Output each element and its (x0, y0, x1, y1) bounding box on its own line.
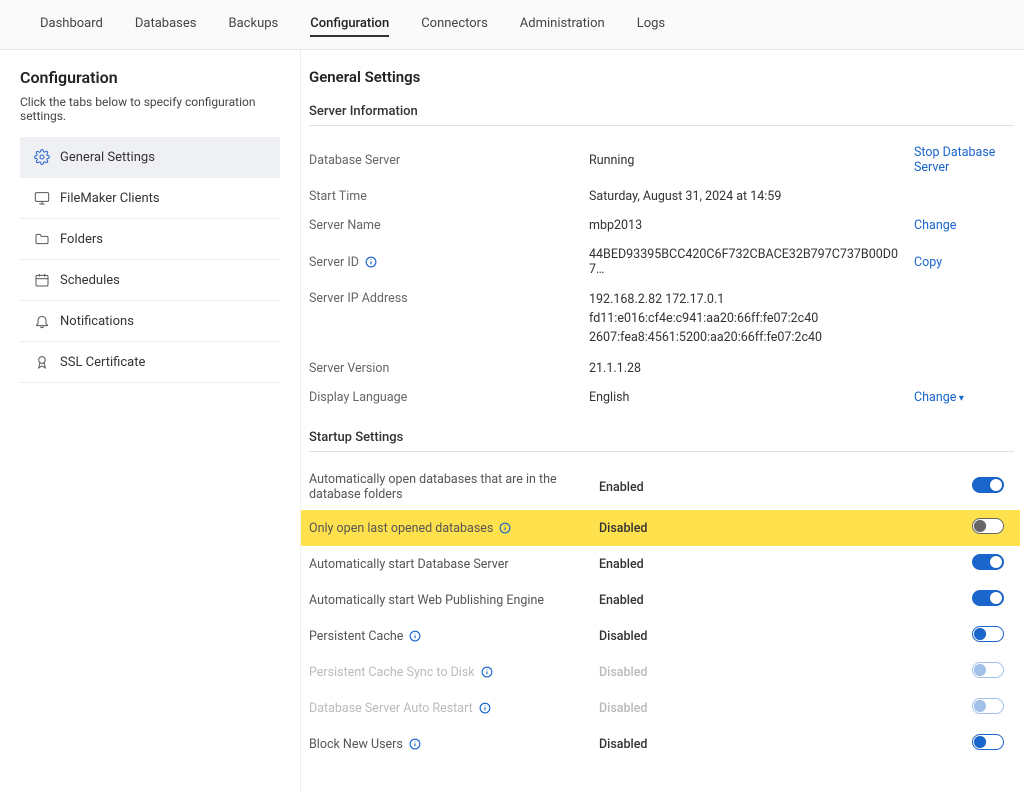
info-icon[interactable] (481, 666, 493, 678)
toggle-pc_sync (972, 662, 1004, 678)
startup-row-auto_start_db: Automatically start Database ServerEnabl… (309, 546, 1014, 582)
startup-row-persistent_cache: Persistent CacheDisabled (309, 618, 1014, 654)
startup-label-block_new: Block New Users (309, 737, 599, 752)
startup-label-auto_open_db: Automatically open databases that are in… (309, 472, 599, 502)
value-start-time: Saturday, August 31, 2024 at 14:59 (589, 189, 914, 204)
value-server-version: 21.1.1.28 (589, 361, 914, 376)
label-server-id: Server ID (309, 255, 589, 270)
row-server-version: Server Version 21.1.1.28 (309, 354, 1014, 383)
info-icon[interactable] (479, 702, 491, 714)
startup-value-auto_start_wpe: Enabled (599, 593, 914, 608)
label-database-server: Database Server (309, 153, 589, 168)
row-display-language: Display Language English Change (309, 383, 1014, 412)
label-start-time: Start Time (309, 189, 589, 204)
tab-logs[interactable]: Logs (637, 12, 665, 37)
tab-connectors[interactable]: Connectors (421, 12, 488, 37)
page-title: General Settings (309, 68, 1014, 86)
monitor-icon (34, 190, 50, 206)
startup-label-auto_start_db: Automatically start Database Server (309, 557, 599, 572)
toggle-auto_open_db[interactable] (972, 477, 1004, 493)
sidebar-item-label: Notifications (60, 314, 134, 329)
certificate-icon (34, 354, 50, 370)
copy-server-id-link[interactable]: Copy (914, 255, 942, 270)
startup-settings: Automatically open databases that are in… (309, 464, 1014, 762)
startup-value-auto_start_db: Enabled (599, 557, 914, 572)
row-server-id: Server ID 44BED93395BCC420C6F732CBACE32B… (309, 240, 1014, 284)
value-database-server: Running (589, 153, 914, 168)
startup-row-auto_start_wpe: Automatically start Web Publishing Engin… (309, 582, 1014, 618)
sidebar-item-general-settings[interactable]: General Settings (20, 137, 280, 178)
toggle-auto_start_wpe[interactable] (972, 590, 1004, 606)
change-language-link[interactable]: Change (914, 390, 964, 405)
toggle-block_new[interactable] (972, 734, 1004, 750)
info-icon[interactable] (409, 630, 421, 642)
startup-row-pc_sync: Persistent Cache Sync to DiskDisabled (309, 654, 1014, 690)
top-nav: Dashboard Databases Backups Configuration Co… (0, 0, 1024, 50)
startup-row-block_new: Block New UsersDisabled (309, 726, 1014, 762)
sidebar-item-label: SSL Certificate (60, 355, 145, 370)
toggle-auto_start_db[interactable] (972, 554, 1004, 570)
info-icon[interactable] (499, 522, 511, 534)
value-server-id: 44BED93395BCC420C6F732CBACE32B797C737B00… (589, 247, 914, 277)
startup-label-auto_start_wpe: Automatically start Web Publishing Engin… (309, 593, 599, 608)
tab-dashboard[interactable]: Dashboard (40, 12, 103, 37)
startup-row-auto_open_db: Automatically open databases that are in… (309, 464, 1014, 510)
label-server-name: Server Name (309, 218, 589, 233)
sidebar-item-label: General Settings (60, 150, 155, 165)
label-server-version: Server Version (309, 361, 589, 376)
sidebar-title: Configuration (20, 68, 280, 87)
toggle-persistent_cache[interactable] (972, 626, 1004, 642)
value-server-ip: 192.168.2.82 172.17.0.1 fd11:e016:cf4e:c… (589, 291, 914, 347)
sidebar-list: General Settings FileMaker Clients Folders… (20, 137, 280, 383)
toggle-auto_restart (972, 698, 1004, 714)
label-display-language: Display Language (309, 390, 589, 405)
row-database-server: Database Server Running Stop Database Se… (309, 138, 1014, 182)
tab-databases[interactable]: Databases (135, 12, 197, 37)
info-icon[interactable] (409, 738, 421, 750)
startup-label-auto_restart: Database Server Auto Restart (309, 701, 599, 716)
startup-label-pc_sync: Persistent Cache Sync to Disk (309, 665, 599, 680)
sidebar-item-folders[interactable]: Folders (20, 219, 280, 260)
value-server-name: mbp2013 (589, 218, 914, 233)
content-panel: General Settings Server Information Data… (300, 50, 1024, 792)
section-startup-settings: Startup Settings (309, 430, 1014, 452)
tab-configuration[interactable]: Configuration (310, 12, 389, 37)
startup-value-auto_open_db: Enabled (599, 480, 914, 495)
stop-database-server-link[interactable]: Stop Database Server (914, 145, 995, 175)
sidebar: Configuration Click the tabs below to sp… (0, 50, 300, 792)
folder-icon (34, 231, 50, 247)
startup-row-only_last: Only open last opened databasesDisabled (301, 510, 1020, 546)
startup-label-persistent_cache: Persistent Cache (309, 629, 599, 644)
label-server-ip: Server IP Address (309, 291, 589, 306)
startup-label-only_last: Only open last opened databases (309, 521, 599, 536)
startup-row-auto_restart: Database Server Auto RestartDisabled (309, 690, 1014, 726)
toggle-only_last[interactable] (972, 518, 1004, 534)
calendar-icon (34, 272, 50, 288)
sidebar-item-label: Schedules (60, 273, 120, 288)
change-server-name-link[interactable]: Change (914, 218, 956, 233)
tab-backups[interactable]: Backups (229, 12, 279, 37)
sidebar-item-filemaker-clients[interactable]: FileMaker Clients (20, 178, 280, 219)
sidebar-item-ssl-certificate[interactable]: SSL Certificate (20, 342, 280, 383)
startup-value-persistent_cache: Disabled (599, 629, 914, 644)
sidebar-item-schedules[interactable]: Schedules (20, 260, 280, 301)
sidebar-item-notifications[interactable]: Notifications (20, 301, 280, 342)
section-server-info: Server Information (309, 104, 1014, 126)
bell-icon (34, 313, 50, 329)
gear-icon (34, 149, 50, 165)
row-server-name: Server Name mbp2013 Change (309, 211, 1014, 240)
value-display-language: English (589, 390, 914, 405)
row-server-ip: Server IP Address 192.168.2.82 172.17.0.… (309, 284, 1014, 354)
tab-administration[interactable]: Administration (520, 12, 605, 37)
startup-value-only_last: Disabled (599, 521, 914, 536)
startup-value-pc_sync: Disabled (599, 665, 914, 680)
sidebar-item-label: FileMaker Clients (60, 191, 160, 206)
sidebar-item-label: Folders (60, 232, 103, 247)
row-start-time: Start Time Saturday, August 31, 2024 at … (309, 182, 1014, 211)
sidebar-hint: Click the tabs below to specify configur… (20, 95, 280, 123)
info-icon[interactable] (365, 256, 377, 268)
startup-value-auto_restart: Disabled (599, 701, 914, 716)
startup-value-block_new: Disabled (599, 737, 914, 752)
